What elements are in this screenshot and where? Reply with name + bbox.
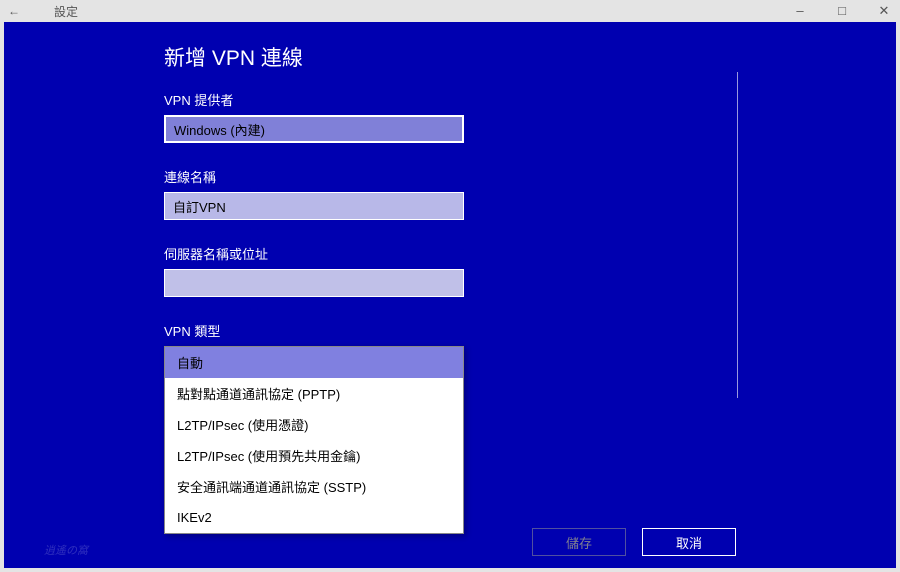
option-l2tp-cert[interactable]: L2TP/IPsec (使用憑證) xyxy=(165,409,463,440)
dialog-buttons: 儲存 取消 xyxy=(532,528,736,556)
input-server-address[interactable] xyxy=(164,269,464,297)
label-connection-name: 連線名稱 xyxy=(164,167,896,186)
input-connection-name-value: 自訂VPN xyxy=(173,197,226,216)
save-button[interactable]: 儲存 xyxy=(532,528,626,556)
minimize-icon[interactable]: – xyxy=(792,3,808,19)
vpn-dialog: 新增 VPN 連線 VPN 提供者 Windows (內建) 連線名稱 自訂VP… xyxy=(4,22,896,568)
window-buttons: – □ ✕ xyxy=(792,3,892,19)
option-l2tp-psk[interactable]: L2TP/IPsec (使用預先共用金鑰) xyxy=(165,440,463,471)
select-vpn-provider[interactable]: Windows (內建) xyxy=(164,115,464,143)
back-icon[interactable]: ← xyxy=(8,4,26,18)
window-title: 設定 xyxy=(54,3,78,20)
option-pptp[interactable]: 點對點通道通訊協定 (PPTP) xyxy=(165,378,463,409)
label-vpn-type: VPN 類型 xyxy=(164,321,896,340)
option-sstp[interactable]: 安全通訊端通道通訊協定 (SSTP) xyxy=(165,471,463,502)
label-server-address: 伺服器名稱或位址 xyxy=(164,244,896,263)
field-server-address: 伺服器名稱或位址 xyxy=(164,244,896,297)
cancel-button[interactable]: 取消 xyxy=(642,528,736,556)
dropdown-vpn-type[interactable]: 自動 點對點通道通訊協定 (PPTP) L2TP/IPsec (使用憑證) L2… xyxy=(164,346,464,534)
field-vpn-type: VPN 類型 自動 點對點通道通訊協定 (PPTP) L2TP/IPsec (使… xyxy=(164,321,896,534)
field-vpn-provider: VPN 提供者 Windows (內建) xyxy=(164,90,896,143)
field-connection-name: 連線名稱 自訂VPN xyxy=(164,167,896,220)
dialog-title: 新增 VPN 連線 xyxy=(164,42,896,72)
option-auto[interactable]: 自動 xyxy=(165,347,463,378)
select-vpn-provider-value: Windows (內建) xyxy=(174,120,265,139)
input-connection-name[interactable]: 自訂VPN xyxy=(164,192,464,220)
label-vpn-provider: VPN 提供者 xyxy=(164,90,896,109)
maximize-icon[interactable]: □ xyxy=(834,3,850,19)
option-ikev2[interactable]: IKEv2 xyxy=(165,502,463,533)
close-icon[interactable]: ✕ xyxy=(876,3,892,19)
titlebar: ← 設定 – □ ✕ xyxy=(0,0,900,22)
